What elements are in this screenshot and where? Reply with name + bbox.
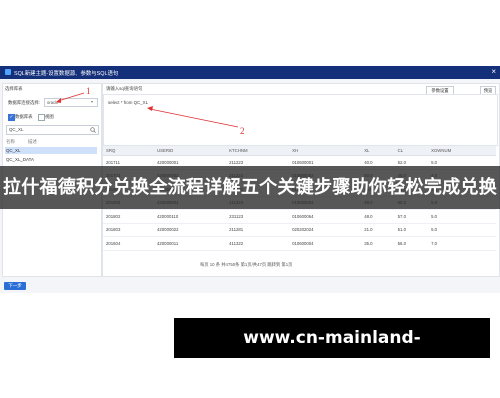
site-watermark: www.cn-mainland-ng28gaming.com [174,318,490,388]
annotation-marker-1: 1 [86,86,91,96]
arrow-1-icon [57,92,85,102]
arrow-2-head-icon [147,106,153,111]
arrow-1-head-icon [56,98,61,103]
banner-title: 拉什福德积分兑换全流程详解五个关键步骤助你轻松完成兑换 [2,177,498,197]
arrow-2-icon [149,108,239,128]
annotation-marker-2: 2 [240,126,245,136]
